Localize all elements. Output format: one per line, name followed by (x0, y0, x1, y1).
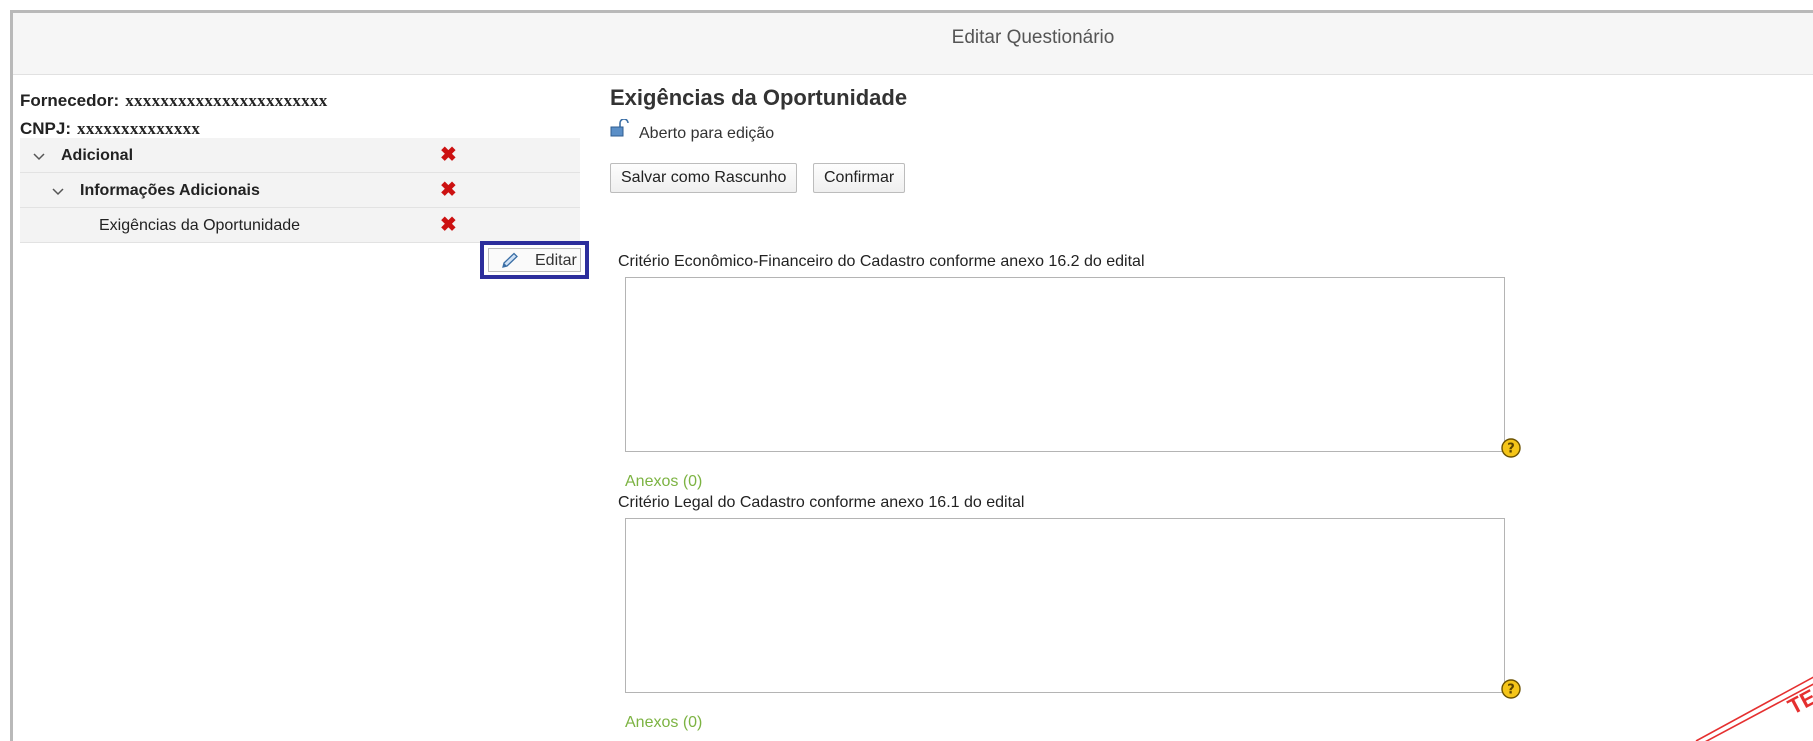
question-label: Critério Econômico-Financeiro do Cadastr… (618, 253, 1145, 270)
chevron-down-icon[interactable] (51, 173, 65, 208)
pencil-icon (500, 252, 520, 278)
unlocked-icon (610, 118, 630, 142)
attachments-link[interactable]: Anexos (0) (625, 714, 702, 732)
questionnaire-dialog: Editar Questionário Fornecedor: xxxxxxxxx… (10, 10, 1813, 741)
edit-button[interactable]: Editar (480, 241, 589, 279)
cnpj-label: CNPJ: (20, 119, 72, 138)
fornecedor-value: xxxxxxxxxxxxxxxxxxxxxxx (125, 91, 328, 110)
svg-text:?: ? (1507, 442, 1515, 457)
question-label: Critério Legal do Cadastro conforme anex… (618, 494, 1025, 511)
questionnaire-tree: Adicional ✖ Informações Adicionais ✖ Exi… (20, 138, 580, 243)
dialog-title-bar: Editar Questionário (13, 13, 1813, 75)
chevron-down-icon[interactable] (32, 138, 46, 173)
edit-status-text: Aberto para edição (639, 125, 775, 142)
fornecedor-label: Fornecedor: (20, 91, 120, 110)
tree-item-adicional[interactable]: Adicional ✖ (20, 138, 580, 173)
confirm-button[interactable]: Confirmar (813, 163, 906, 193)
delete-icon[interactable]: ✖ (440, 173, 457, 208)
save-draft-button[interactable]: Salvar como Rascunho (610, 163, 798, 193)
tree-item-label: Exigências da Oportunidade (99, 217, 301, 234)
answer-textarea[interactable] (625, 518, 1505, 693)
delete-icon[interactable]: ✖ (440, 138, 457, 173)
tree-item-label: Adicional (61, 147, 134, 164)
tree-item-exigencias[interactable]: Exigências da Oportunidade ✖ (20, 208, 580, 243)
help-icon[interactable]: ? (1500, 437, 1522, 464)
section-title: Exigências da Oportunidade (610, 85, 908, 110)
tree-item-informacoes-adicionais[interactable]: Informações Adicionais ✖ (20, 173, 580, 208)
svg-text:?: ? (1507, 683, 1515, 698)
cnpj-row: CNPJ: xxxxxxxxxxxxxx (20, 119, 200, 139)
svg-text:TE: TE (1784, 684, 1813, 719)
tree-item-label: Informações Adicionais (80, 182, 260, 199)
delete-icon[interactable]: ✖ (440, 208, 457, 243)
help-icon[interactable]: ? (1500, 678, 1522, 705)
answer-textarea[interactable] (625, 277, 1505, 452)
attachments-link[interactable]: Anexos (0) (625, 473, 702, 491)
dialog-title: Editar Questionário (951, 27, 1115, 48)
cnpj-value: xxxxxxxxxxxxxx (77, 119, 201, 138)
edit-button-label: Editar (535, 252, 577, 269)
fornecedor-row: Fornecedor: xxxxxxxxxxxxxxxxxxxxxxx (20, 91, 328, 111)
watermark-stamp: TE (1693, 663, 1813, 741)
